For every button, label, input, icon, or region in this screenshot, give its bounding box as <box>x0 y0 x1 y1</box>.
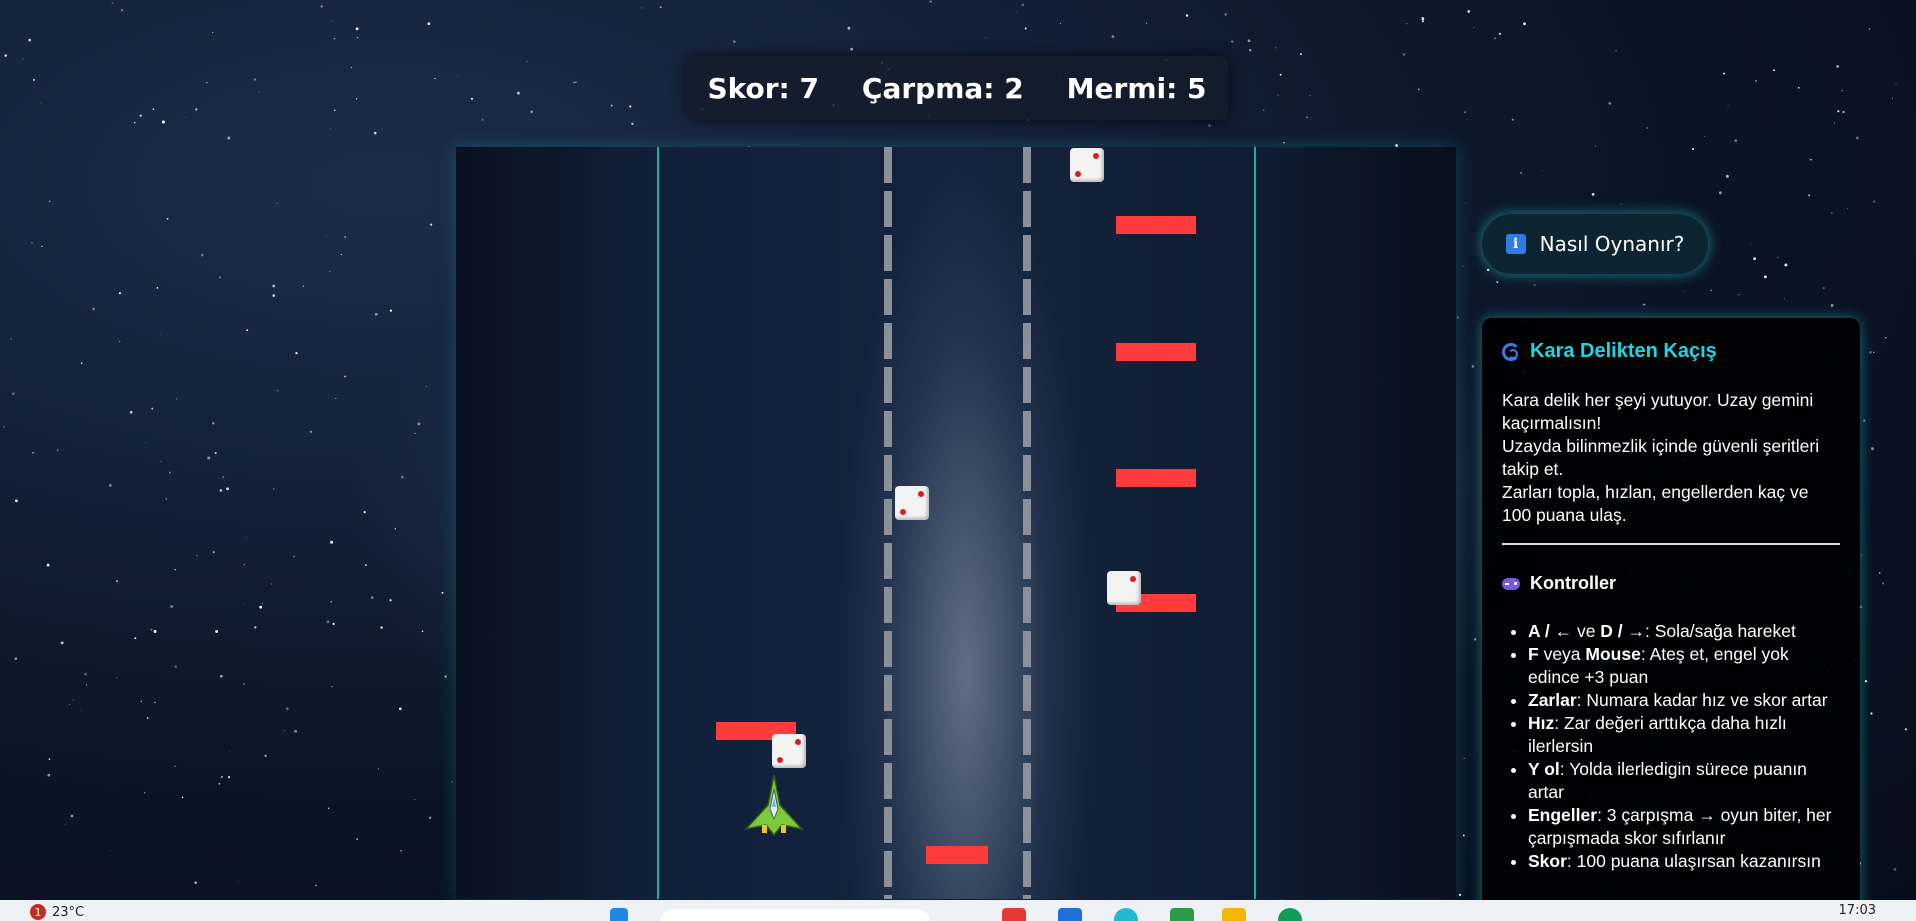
list-item: F veya Mouse: Ateş et, engel yok edince … <box>1528 643 1840 689</box>
instructions-panel: Kara Delikten Kaçış Kara delik her şeyi … <box>1482 318 1860 921</box>
obstacle-block <box>1116 343 1196 361</box>
panel-title-text: Kara Delikten Kaçış <box>1530 340 1717 362</box>
os-taskbar: 1 23°C 17:03 <box>0 900 1916 921</box>
intro-line: Uzayda bilinmezlik içinde güvenli şeritl… <box>1502 436 1820 479</box>
list-item: Hız: Zar değeri arttıkça daha hızlı iler… <box>1528 712 1840 758</box>
obstacle-block <box>1116 216 1196 234</box>
app-icon[interactable] <box>1278 908 1302 921</box>
list-item: Skor: 100 puana ulaşırsan kazanırsın <box>1528 850 1840 873</box>
controls-list: A / ← ve D / →: Sola/sağa hareket F veya… <box>1502 620 1840 873</box>
score-label: Skor: 7 <box>707 71 819 105</box>
how-to-play-label: Nasıl Oynanır? <box>1539 232 1685 256</box>
clock: 17:03 <box>1838 903 1876 918</box>
notification-badge: 1 <box>30 904 46 920</box>
intro-line: Zarları topla, hızlan, engellerden kaç v… <box>1502 482 1809 525</box>
list-item: A / ← ve D / →: Sola/sağa hareket <box>1528 620 1840 643</box>
obstacle-block <box>926 846 988 864</box>
obstacle-block <box>1116 469 1196 487</box>
temperature-label: 23°C <box>52 904 85 920</box>
collision-label: Çarpma: 2 <box>861 71 1024 105</box>
app-icon[interactable] <box>1002 908 1026 921</box>
game-canvas[interactable] <box>456 147 1456 899</box>
weather-widget[interactable]: 1 23°C <box>30 904 84 920</box>
divider <box>1502 543 1840 545</box>
milky-way-band <box>836 147 1096 899</box>
list-item: Y ol: Yolda ilerledigin sürece puanın ar… <box>1528 758 1840 804</box>
dice-pickup <box>1070 148 1104 182</box>
spaceship-player <box>744 775 804 837</box>
folder-icon[interactable] <box>1222 908 1246 921</box>
app-icon[interactable] <box>1058 908 1082 921</box>
score-hud: Skor: 7 Çarpma: 2 Mermi: 5 <box>686 56 1228 120</box>
app-icon[interactable] <box>1114 908 1138 921</box>
dice-pickup <box>895 486 929 520</box>
start-icon[interactable] <box>610 908 628 921</box>
list-item: Zarlar: Numara kadar hız ve skor artar <box>1528 689 1840 712</box>
dice-pickup <box>772 734 806 768</box>
lane-divider-right <box>1023 147 1031 899</box>
app-icon[interactable] <box>1170 908 1194 921</box>
ammo-label: Mermi: 5 <box>1066 71 1207 105</box>
gamepad-icon <box>1502 577 1520 590</box>
controls-heading: Kontroller <box>1502 573 1840 594</box>
spiral-icon <box>1502 342 1520 361</box>
list-item: Engeller: 3 çarpışma → oyun biter, her ç… <box>1528 804 1840 850</box>
controls-heading-text: Kontroller <box>1530 573 1617 593</box>
how-to-play-button[interactable]: i Nasıl Oynanır? <box>1482 214 1708 274</box>
search-input[interactable] <box>660 909 930 921</box>
lane-divider-left <box>884 147 892 899</box>
right-road-edge <box>1254 147 1256 899</box>
intro-line: Kara delik her şeyi yutuyor. Uzay gemini… <box>1502 390 1814 433</box>
left-road-edge <box>657 147 659 899</box>
dice-pickup <box>1107 571 1141 605</box>
panel-title: Kara Delikten Kaçış <box>1502 340 1840 363</box>
info-icon: i <box>1505 234 1526 254</box>
